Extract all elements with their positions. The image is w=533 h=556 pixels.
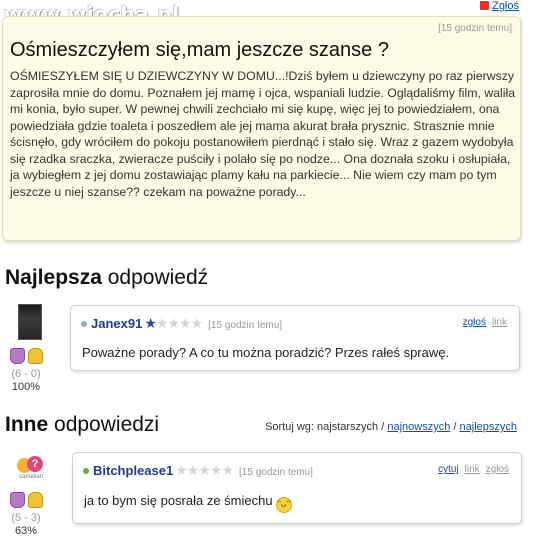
- smiley-icon: ᵔᴗᵔ: [275, 497, 292, 513]
- other-answer-card: Bitchplease1 ★★★★★ [15 godzin temu] cytuj l…: [72, 452, 522, 524]
- answer-text: ja to bym się posrała ze śmiechu: [84, 493, 273, 508]
- star-empty-icon: ★: [198, 462, 211, 478]
- best-answer-card: Janex91 ★★★★★ [15 godzin temu] zgłoś link P…: [70, 305, 520, 371]
- star-empty-icon: ★: [155, 315, 169, 331]
- answer-actions: zgłoś link: [457, 317, 507, 328]
- other-answers-heading: Inne odpowiedzi: [5, 413, 159, 437]
- sort-separator: /: [453, 421, 457, 433]
- quote-link[interactable]: cytuj: [438, 464, 459, 475]
- vote-box-other: (5 - 3) 63%: [4, 492, 48, 537]
- avatar[interactable]: ? camelian: [17, 456, 45, 480]
- user-status-dot: [83, 468, 89, 474]
- star-empty-icon: ★: [209, 462, 223, 478]
- answer-time: [15 godzin temu]: [239, 467, 313, 478]
- answer-header: Bitchplease1 ★★★★★ [15 godzin temu]: [83, 462, 313, 479]
- answer-header: Janex91 ★★★★★ [15 godzin temu]: [81, 315, 282, 332]
- flag-icon: [480, 1, 490, 10]
- star-filled-icon: ★: [144, 315, 157, 331]
- report-label[interactable]: Zgłoś: [492, 0, 519, 12]
- report-link[interactable]: zgłoś: [463, 317, 486, 328]
- rating-stars: ★★★★★: [175, 462, 234, 478]
- permalink[interactable]: link: [492, 317, 507, 328]
- avatar-caption: camelian: [19, 474, 44, 480]
- username[interactable]: Janex91: [91, 316, 142, 331]
- thumbs-up-icon[interactable]: [10, 492, 25, 508]
- permalink[interactable]: link: [465, 464, 480, 475]
- best-heading-bold: Najlepsza: [5, 266, 102, 289]
- thumbs-down-icon[interactable]: [28, 348, 43, 364]
- sort-newest-link[interactable]: najnowszych: [387, 421, 450, 433]
- vote-counts: (6 - 0): [11, 368, 41, 380]
- avatar[interactable]: [18, 304, 42, 340]
- star-empty-icon: ★: [190, 315, 204, 331]
- question-box: [15 godzin temu] Ośmieszczyłem się,mam j…: [2, 16, 521, 241]
- vote-counts: (5 - 3): [11, 512, 41, 524]
- other-heading-bold: Inne: [5, 413, 49, 436]
- star-empty-icon: ★: [167, 315, 180, 331]
- rating-stars: ★★★★★: [144, 315, 204, 331]
- sort-bar: Sortuj wg: najstarszych / najnowszych / …: [265, 421, 517, 433]
- report-link[interactable]: Zgłoś: [480, 0, 519, 12]
- star-empty-icon: ★: [186, 462, 200, 478]
- best-heading-rest: odpowiedź: [107, 266, 209, 289]
- star-empty-icon: ★: [179, 315, 192, 331]
- star-empty-icon: ★: [221, 462, 234, 478]
- question-time: [15 godzin temu]: [438, 23, 512, 34]
- vote-percent: 63%: [14, 525, 38, 537]
- answer-text-row: ja to bym się posrała ze śmiechu ᵔᴗᵔ: [84, 493, 292, 513]
- question-body: OŚMIESZYŁEM SIĘ U DZIEWCZYNY W DOMU...!D…: [10, 69, 516, 199]
- star-empty-icon: ★: [175, 462, 188, 478]
- question-title: Ośmieszczyłem się,mam jeszcze szanse ?: [10, 39, 389, 61]
- answer-actions: cytuj link zgłoś: [432, 464, 509, 475]
- user-status-dot: [81, 321, 87, 327]
- thumbs-down-icon[interactable]: [28, 492, 43, 508]
- sort-label: Sortuj wg: najstarszych /: [265, 421, 385, 433]
- thumbs-up-icon[interactable]: [10, 348, 25, 364]
- report-link[interactable]: zgłoś: [486, 464, 509, 475]
- vote-percent: 100%: [11, 381, 41, 393]
- other-heading-rest: odpowiedzi: [54, 413, 160, 436]
- best-answer-heading: Najlepsza odpowiedź: [5, 266, 208, 290]
- answer-time: [15 godzin temu]: [208, 320, 283, 331]
- sort-best-link[interactable]: najlepszych: [460, 421, 517, 433]
- answer-text: Poważne porady? A co tu można poradzić? …: [82, 345, 450, 360]
- question-mark-icon: ?: [27, 456, 43, 472]
- username[interactable]: Bitchplease1: [93, 463, 173, 478]
- vote-box-best: (6 - 0) 100%: [4, 348, 48, 393]
